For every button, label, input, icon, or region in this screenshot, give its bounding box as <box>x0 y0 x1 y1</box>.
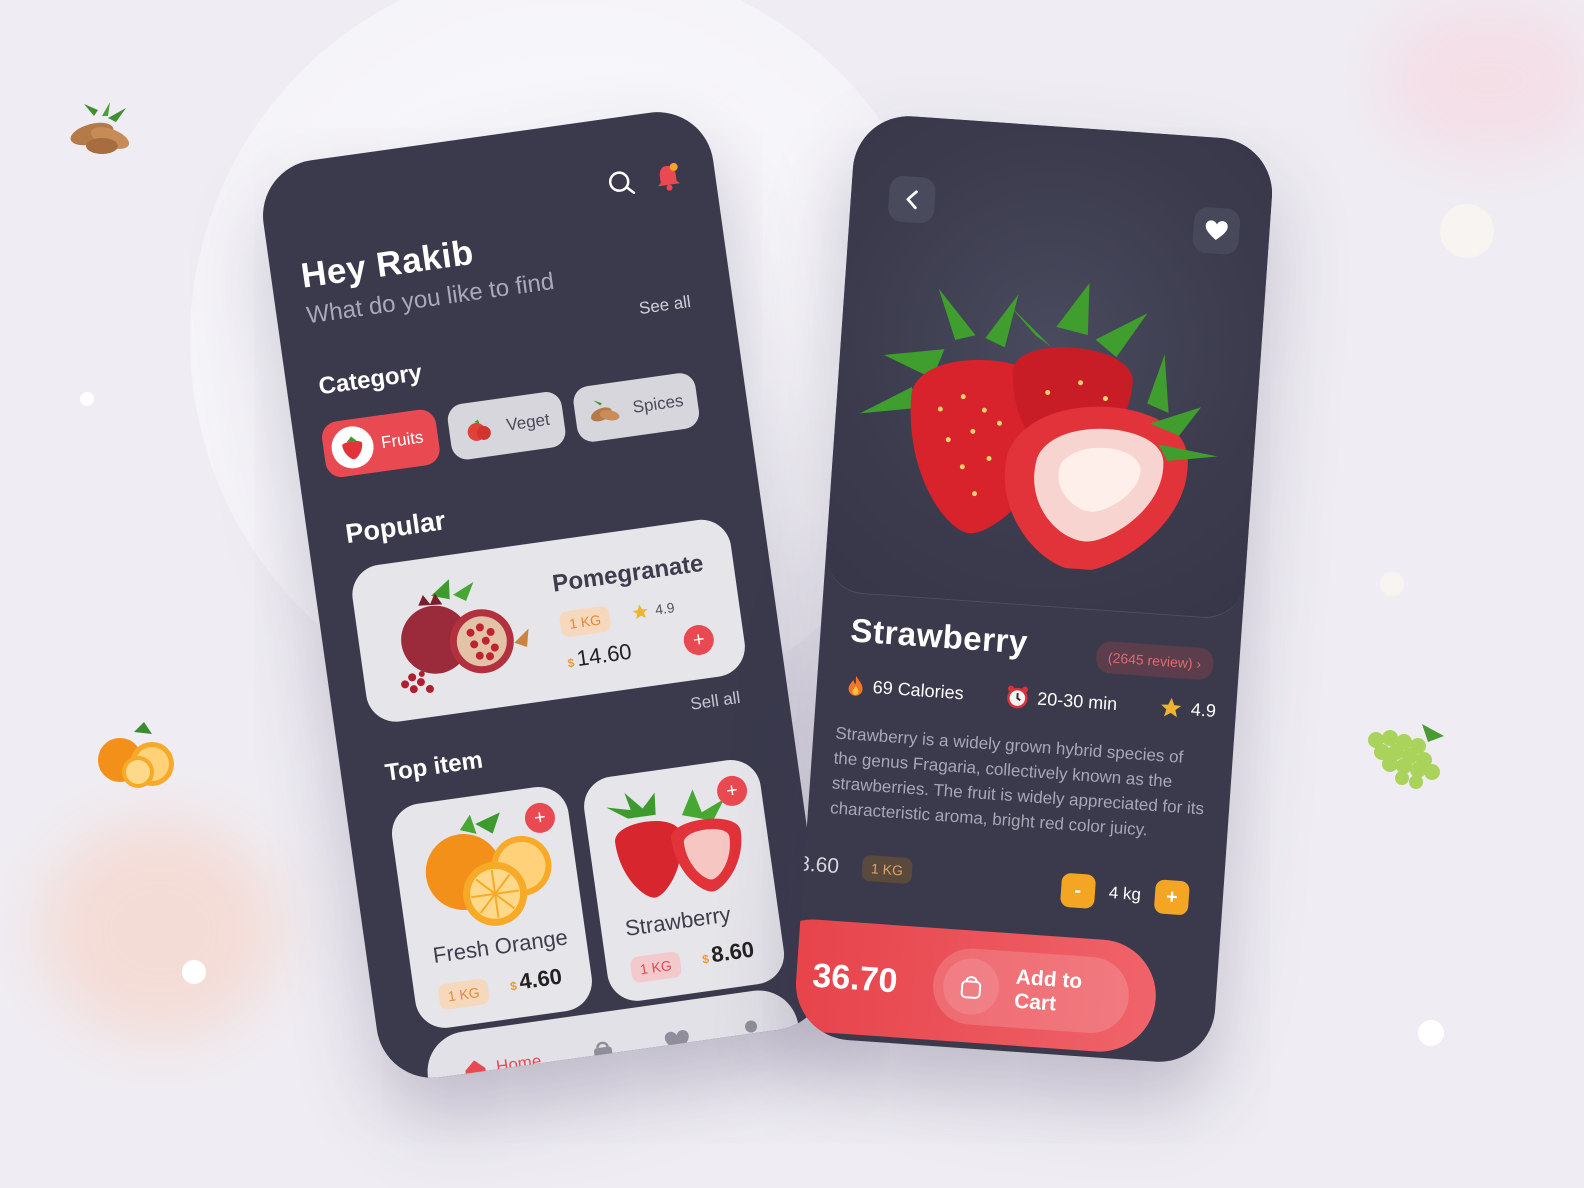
almond-decoration <box>70 102 130 154</box>
price-value: 4.60 <box>517 963 564 995</box>
popular-item-name: Pomegranate <box>550 549 706 598</box>
top-item-title: Top item <box>383 746 485 787</box>
top-item-price: $8.60 <box>700 937 756 970</box>
almond-icon <box>580 388 627 435</box>
home-icon <box>465 1060 487 1082</box>
calories-value: 69 Calories <box>872 676 965 703</box>
calories-stat: 69 Calories <box>846 673 964 705</box>
product-title: Strawberry <box>849 611 1029 661</box>
top-item-price: $4.60 <box>508 964 564 997</box>
unit-badge: 1 KG <box>437 977 491 1011</box>
strawberry-hero-image <box>859 283 1218 572</box>
decor-dot <box>1418 1020 1444 1046</box>
decor-dot <box>80 392 94 406</box>
quantity-stepper: - 4 kg + <box>1059 872 1190 916</box>
review-count-link[interactable]: (2645 review) › <box>1094 640 1215 681</box>
rating: 4.9 <box>630 598 676 622</box>
cart-total: 36.70 <box>811 956 899 1000</box>
currency-symbol: $ <box>566 655 576 671</box>
category-chip-label: Veget <box>505 409 551 435</box>
star-icon <box>632 604 648 620</box>
time-value: 20-30 min <box>1036 688 1118 714</box>
heart-icon <box>1205 220 1228 240</box>
favorite-button[interactable] <box>1191 206 1241 256</box>
product-description: Strawberry is a widely grown hybrid spec… <box>829 723 1205 840</box>
nav-item-bag[interactable] <box>589 1038 616 1067</box>
cart-bar: 36.70 Add to Cart <box>792 915 1160 1056</box>
currency-symbol: $ <box>701 951 710 967</box>
rating-stat: 4.9 <box>1158 695 1217 723</box>
unit-price: 8.60 <box>797 852 840 879</box>
decor-dot <box>182 960 206 984</box>
rating-value: 4.9 <box>1190 698 1217 721</box>
add-to-cart-button[interactable]: + <box>681 623 716 657</box>
decor-dot <box>1380 572 1404 596</box>
grapes-decoration <box>1368 724 1444 789</box>
time-stat: 20-30 min <box>1005 684 1118 716</box>
fire-icon <box>848 675 863 696</box>
pomegranate-image <box>401 579 529 694</box>
star-icon <box>1161 697 1182 718</box>
nav-home-label: Home <box>494 1051 543 1077</box>
category-chip-label: Spices <box>631 390 685 417</box>
back-button[interactable] <box>887 174 937 225</box>
category-chip-vegetables[interactable]: Veget <box>445 389 568 462</box>
add-to-cart-label: Add to Cart <box>1013 965 1083 1016</box>
bag-icon <box>941 956 1001 1017</box>
top-item-card[interactable]: + Fresh Orange 1 KG $4.60 <box>388 783 596 1032</box>
popular-item-price: $14.60 <box>566 639 634 674</box>
popular-title: Popular <box>343 505 448 550</box>
tomato-icon <box>454 406 501 453</box>
bag-icon <box>593 1041 613 1065</box>
see-all-link[interactable]: See all <box>638 292 692 319</box>
decrease-quantity-button[interactable]: - <box>1059 872 1097 909</box>
nav-item-profile[interactable] <box>738 1017 765 1046</box>
rating-value: 4.9 <box>654 599 676 618</box>
category-chip-spices[interactable]: Spices <box>571 371 702 444</box>
price-value: 14.60 <box>575 638 634 672</box>
heart-icon <box>664 1030 689 1052</box>
search-icon[interactable] <box>606 168 638 200</box>
background-glow <box>1380 0 1584 160</box>
chevron-right-icon: › <box>1195 655 1202 672</box>
nav-item-home[interactable]: Home <box>461 1048 543 1085</box>
unit-badge: 1 KG <box>629 950 683 984</box>
review-count: (2645 review) <box>1107 649 1194 672</box>
strawberry-icon <box>328 423 377 472</box>
alarm-clock-icon <box>1007 685 1028 709</box>
unit-badge: 1 KG <box>558 605 612 639</box>
price-value: 8.60 <box>709 936 756 968</box>
orange-decoration <box>98 722 174 788</box>
top-item-card[interactable]: + Strawberry 1 KG $8.60 <box>580 756 788 1005</box>
nav-item-favorites[interactable] <box>663 1028 692 1055</box>
sell-all-link[interactable]: Sell all <box>689 688 741 715</box>
quantity-value: 4 kg <box>1108 882 1142 905</box>
user-icon <box>742 1020 765 1045</box>
unit-badge: 1 KG <box>861 854 913 885</box>
chevron-left-icon <box>906 190 918 210</box>
product-stats: 69 Calories 20-30 min 4.9 <box>846 673 1217 723</box>
background-glow <box>40 820 280 1040</box>
notification-bell-icon[interactable] <box>653 161 683 192</box>
detail-screen-phone: Strawberry (2645 review) › 69 Calories 2… <box>792 112 1276 1066</box>
category-chip-label: Fruits <box>379 427 425 453</box>
decor-dot <box>1440 204 1494 258</box>
increase-quantity-button[interactable]: + <box>1153 879 1190 916</box>
add-to-cart-button[interactable]: Add to Cart <box>930 946 1132 1036</box>
header-icons <box>606 161 683 199</box>
currency-symbol: $ <box>509 978 518 994</box>
category-chip-fruits[interactable]: Fruits <box>319 407 442 480</box>
category-title: Category <box>316 359 424 401</box>
